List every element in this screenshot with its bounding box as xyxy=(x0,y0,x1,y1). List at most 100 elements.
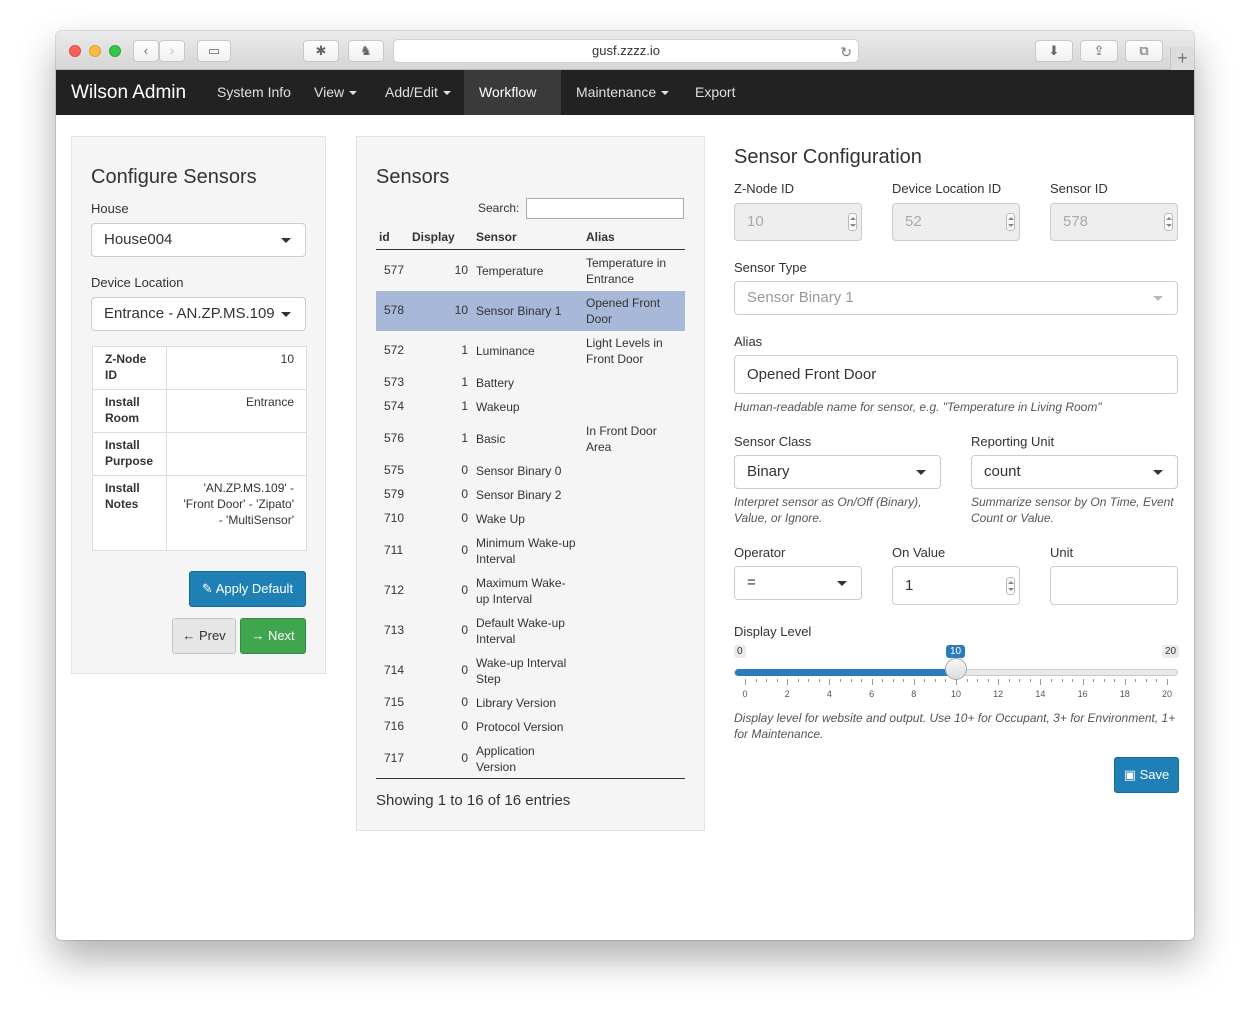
alias-input[interactable]: Opened Front Door xyxy=(734,355,1178,394)
sidebar-button[interactable]: ▭ xyxy=(197,40,231,62)
slider-tick xyxy=(924,679,926,682)
browser-window: ‹ › ▭ ✱ ♞ gusf.zzzz.io ↻ ⬇ ⇪ ⧉ + Wilson … xyxy=(56,31,1194,940)
tabs-button[interactable]: ⧉ xyxy=(1125,40,1163,62)
reporting-unit-select[interactable]: count xyxy=(971,455,1178,489)
forward-button[interactable]: › xyxy=(159,40,185,62)
nav-workflow[interactable]: Workflow xyxy=(464,70,561,141)
save-label: Save xyxy=(1139,767,1170,782)
slider-tick xyxy=(956,679,957,685)
sensor-class-value: Binary xyxy=(747,463,790,480)
reporting-unit-help: Summarize sensor by On Time, Event Count… xyxy=(971,495,1174,525)
back-button[interactable]: ‹ xyxy=(133,40,159,62)
slider-tick xyxy=(755,679,757,682)
col-display[interactable]: Display xyxy=(412,230,455,244)
table-info: Showing 1 to 16 of 16 entries xyxy=(376,792,571,809)
nav-view[interactable]: View xyxy=(299,70,372,115)
table-row-selected[interactable]: 578 10 Sensor Binary 1 Opened Front Door xyxy=(376,291,685,331)
slider-tick xyxy=(998,679,1000,685)
slider-tick xyxy=(966,679,968,682)
caret-down-icon xyxy=(1153,470,1163,475)
slider-tick xyxy=(913,679,915,685)
nav-add-edit[interactable]: Add/Edit xyxy=(370,70,466,115)
table-row[interactable]: 714 0 Wake-up Interval Step xyxy=(376,651,685,691)
slider-tick xyxy=(1008,679,1010,682)
col-sensor[interactable]: Sensor xyxy=(476,230,517,244)
slider-tick xyxy=(839,679,841,682)
reporting-unit-value: count xyxy=(984,463,1021,480)
table-row[interactable]: 713 0 Default Wake-up Interval xyxy=(376,611,685,651)
table-row[interactable]: 711 0 Minimum Wake-up Interval xyxy=(376,531,685,571)
sensor-type-label: Sensor Type xyxy=(734,260,807,275)
cell-sensor: Protocol Version xyxy=(476,720,564,734)
sensors-title: Sensors xyxy=(376,166,450,188)
next-button[interactable]: → Next xyxy=(240,618,306,654)
table-row[interactable]: 710 0 Wake Up xyxy=(376,507,685,531)
table-row[interactable]: 573 1 Battery xyxy=(376,371,685,395)
caret-down-icon xyxy=(281,312,291,317)
slider-tick xyxy=(787,679,789,685)
minimize-window-button[interactable] xyxy=(89,45,101,57)
sensor-class-select[interactable]: Binary xyxy=(734,455,941,489)
prev-button[interactable]: ← Prev xyxy=(172,618,236,654)
cell-id: 573 xyxy=(384,375,405,389)
col-id[interactable]: id xyxy=(379,230,390,244)
address-bar[interactable]: gusf.zzzz.io ↻ xyxy=(393,39,859,63)
reporting-unit-label: Reporting Unit xyxy=(971,434,1055,449)
table-row[interactable]: 572 1 Luminance Light Levels in Front Do… xyxy=(376,331,685,371)
apply-default-button[interactable]: ✎ Apply Default xyxy=(189,571,306,607)
url-text: gusf.zzzz.io xyxy=(592,43,660,58)
on-value-input[interactable]: 1 xyxy=(892,566,1020,605)
slider-tick-label: 16 xyxy=(1077,689,1088,699)
downloads-button[interactable]: ⬇ xyxy=(1035,40,1073,62)
browser-toolbar: ‹ › ▭ ✱ ♞ gusf.zzzz.io ↻ ⬇ ⇪ ⧉ + xyxy=(56,31,1194,71)
spinner-icon[interactable] xyxy=(1006,576,1015,595)
slider-handle[interactable] xyxy=(945,658,967,680)
cell-display: 0 xyxy=(461,663,468,677)
close-window-button[interactable] xyxy=(69,45,81,57)
arrow-right-icon: → xyxy=(251,628,265,643)
table-row[interactable]: 579 0 Sensor Binary 2 xyxy=(376,483,685,507)
table-row[interactable]: 577 10 Temperature Temperature in Entran… xyxy=(376,251,685,291)
cell-id: 712 xyxy=(384,583,405,597)
search-label: Search: xyxy=(478,201,520,215)
table-row[interactable]: 574 1 Wakeup xyxy=(376,395,685,419)
extension-button[interactable]: ✱ xyxy=(303,40,339,62)
table-row[interactable]: 716 0 Protocol Version xyxy=(376,715,685,739)
save-button[interactable]: ▣ Save xyxy=(1114,757,1179,793)
unit-input[interactable] xyxy=(1050,566,1178,605)
plus-icon: + xyxy=(1177,48,1188,68)
sensor-type-select: Sensor Binary 1 xyxy=(734,281,1178,315)
table-row[interactable]: 715 0 Library Version xyxy=(376,691,685,715)
info-key: Install Purpose xyxy=(92,432,167,476)
nav-maintenance[interactable]: Maintenance xyxy=(561,70,684,115)
table-row[interactable]: 576 1 Basic In Front Door Area xyxy=(376,419,685,459)
slider-tick-label: 12 xyxy=(993,689,1004,699)
extension-button-2[interactable]: ♞ xyxy=(348,40,384,62)
table-row[interactable]: 717 0 Application Version xyxy=(376,739,685,779)
share-button[interactable]: ⇪ xyxy=(1080,40,1118,62)
nav-export[interactable]: Export xyxy=(680,70,750,115)
operator-select[interactable]: = xyxy=(734,566,862,600)
cell-display: 0 xyxy=(461,487,468,501)
location-select[interactable]: Entrance - AN.ZP.MS.109 xyxy=(91,297,306,331)
znode-value: 10 xyxy=(747,213,764,230)
cell-id: 577 xyxy=(384,263,405,277)
zoom-window-button[interactable] xyxy=(109,45,121,57)
caret-down-icon xyxy=(1153,296,1163,301)
house-select[interactable]: House004 xyxy=(91,223,306,257)
brand[interactable]: Wilson Admin xyxy=(71,70,186,115)
slider-tick xyxy=(797,679,799,682)
nav-system-info[interactable]: System Info xyxy=(202,70,306,115)
location-label: Device Location xyxy=(91,275,184,290)
table-row[interactable]: 575 0 Sensor Binary 0 xyxy=(376,459,685,483)
table-row[interactable]: 712 0 Maximum Wake-up Interval xyxy=(376,571,685,611)
reload-icon[interactable]: ↻ xyxy=(840,41,852,63)
cell-id: 572 xyxy=(384,343,405,357)
house-label: House xyxy=(91,201,129,216)
device-location-id-input: 52 xyxy=(892,203,1020,241)
slider-tick xyxy=(1019,679,1021,682)
caret-down-icon xyxy=(661,91,670,96)
col-alias[interactable]: Alias xyxy=(586,230,615,244)
new-tab-button[interactable]: + xyxy=(1170,47,1194,71)
search-input[interactable] xyxy=(526,198,684,219)
